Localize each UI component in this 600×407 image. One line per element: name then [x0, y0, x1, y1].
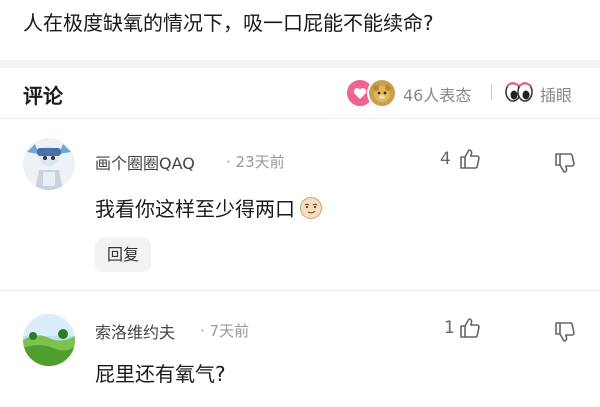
like-count: 4: [440, 149, 451, 169]
username[interactable]: 画个圈圈QAQ: [95, 150, 195, 174]
avatar[interactable]: [23, 314, 75, 366]
thumb-down-icon[interactable]: [553, 151, 577, 175]
thumb-up-icon[interactable]: [458, 316, 482, 340]
reaction-stack[interactable]: [345, 78, 399, 108]
peek-label[interactable]: 插眼: [540, 82, 572, 106]
smirk-face-icon: [300, 196, 322, 219]
comment-body: 我看你这样至少得两口: [95, 197, 295, 221]
header-separator: [491, 84, 492, 100]
reaction-count[interactable]: 46人表态: [403, 82, 471, 106]
thumb-up-icon[interactable]: [458, 147, 482, 171]
comments-title: 评论: [23, 84, 63, 108]
username[interactable]: 索洛维约夫: [95, 319, 175, 343]
comment-text: 屁里还有氧气?: [95, 358, 226, 387]
thumb-down-icon[interactable]: [553, 320, 577, 344]
comment-item: 画个圈圈QAQ · 23天前 4 我看你这样至少得两口 回复: [0, 118, 600, 288]
peek-eyes-icon[interactable]: [505, 80, 533, 104]
section-divider: [0, 60, 600, 68]
comment-item: 索洛维约夫 · 7天前 1 屁里还有氧气?: [0, 290, 600, 407]
comment-time: · 7天前: [200, 322, 250, 340]
comments-header: 评论 46人表态 插眼: [0, 68, 600, 118]
question-title: 人在极度缺氧的情况下，吸一口屁能不能续命?: [23, 11, 434, 35]
comment-time: · 23天前: [226, 153, 285, 171]
reply-button[interactable]: 回复: [95, 238, 151, 272]
avatar[interactable]: [23, 138, 75, 190]
bear-reaction-icon: [367, 78, 397, 108]
like-count: 1: [444, 318, 455, 338]
comment-body: 屁里还有氧气?: [95, 362, 226, 386]
comment-text: 我看你这样至少得两口: [95, 193, 323, 222]
